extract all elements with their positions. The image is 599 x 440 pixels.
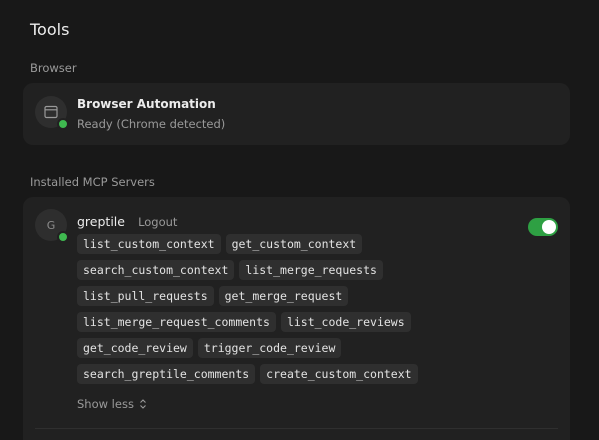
tool-chip[interactable]: list_merge_requests (239, 260, 383, 280)
tool-chip[interactable]: get_custom_context (225, 234, 363, 254)
tool-chip[interactable]: list_code_reviews (280, 312, 411, 332)
tool-chip[interactable]: search_custom_context (77, 260, 235, 280)
status-dot-online (57, 231, 69, 243)
tool-chip[interactable]: list_merge_request_comments (77, 312, 276, 332)
mcp-section-label: Installed MCP Servers (30, 175, 155, 189)
browser-automation-card[interactable]: Browser Automation Ready (Chrome detecte… (23, 83, 570, 145)
show-less-label: Show less (77, 397, 134, 411)
tools-page: Tools Browser Browser Automation Ready (… (0, 0, 599, 440)
browser-window-icon (44, 105, 58, 119)
status-dot-online (57, 118, 69, 130)
server-enabled-toggle[interactable] (528, 218, 558, 236)
tool-chip[interactable]: search_greptile_comments (77, 364, 256, 384)
logout-link[interactable]: Logout (138, 215, 177, 229)
browser-automation-status: Ready (Chrome detected) (77, 117, 226, 131)
divider (35, 428, 558, 429)
toggle-knob (542, 220, 556, 234)
show-less-button[interactable]: Show less (77, 397, 147, 411)
tool-list: list_custom_context get_custom_context s… (77, 234, 477, 384)
browser-section-label: Browser (30, 61, 77, 75)
mcp-server-card-greptile: G greptile Logout list_custom_context ge… (23, 197, 570, 440)
page-title: Tools (30, 20, 70, 39)
tool-chip[interactable]: list_pull_requests (77, 286, 214, 306)
tool-chip[interactable]: list_custom_context (77, 234, 221, 254)
browser-automation-name: Browser Automation (77, 97, 216, 111)
tool-chip[interactable]: get_code_review (77, 338, 193, 358)
tool-chip[interactable]: trigger_code_review (197, 338, 342, 358)
browser-avatar (35, 96, 69, 130)
tool-chip[interactable]: get_merge_request (218, 286, 349, 306)
tool-chip[interactable]: create_custom_context (260, 364, 418, 384)
server-header: greptile Logout (77, 211, 177, 230)
server-avatar: G (35, 209, 69, 243)
chevron-up-down-icon (139, 399, 147, 409)
server-name: greptile (77, 214, 125, 229)
server-avatar-letter: G (46, 218, 56, 232)
